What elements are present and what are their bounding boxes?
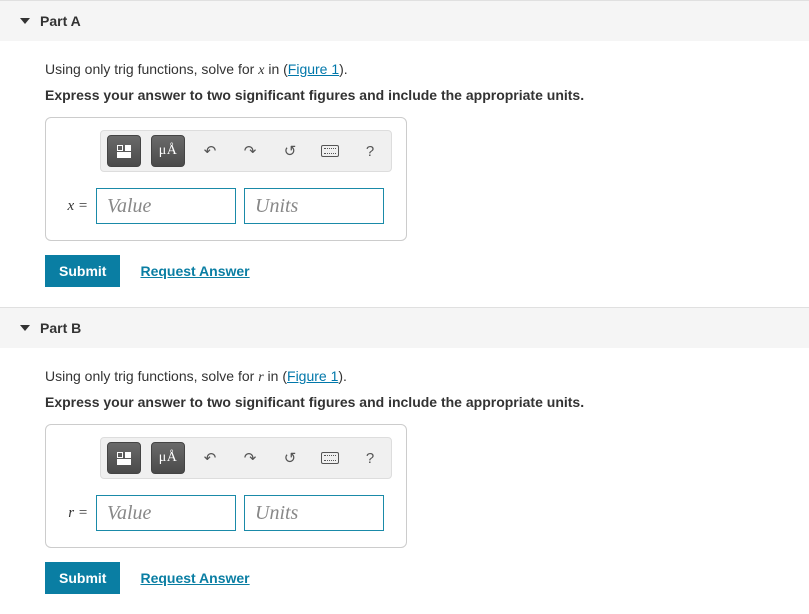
part-title: Part A <box>40 13 81 29</box>
toolbar: μÅ ↶ ↷ ↺ ? <box>100 437 392 479</box>
figure-link[interactable]: Figure 1 <box>288 61 339 77</box>
redo-button[interactable]: ↷ <box>235 443 265 473</box>
units-symbols-button[interactable]: μÅ <box>151 135 185 167</box>
units-input[interactable] <box>244 495 384 531</box>
help-button[interactable]: ? <box>355 136 385 166</box>
answer-box: μÅ ↶ ↷ ↺ ? x = <box>45 117 407 241</box>
template-picker-button[interactable] <box>107 135 141 167</box>
hint-text: Express your answer to two significant f… <box>45 394 789 410</box>
collapse-icon <box>20 325 30 331</box>
help-button[interactable]: ? <box>355 443 385 473</box>
input-row: r = <box>60 495 392 531</box>
instruction-text: Using only trig functions, solve for x i… <box>45 61 789 79</box>
units-input[interactable] <box>244 188 384 224</box>
undo-button[interactable]: ↶ <box>195 136 225 166</box>
figure-link[interactable]: Figure 1 <box>287 368 338 384</box>
actions-row: Submit Request Answer <box>45 255 789 287</box>
request-answer-link[interactable]: Request Answer <box>140 263 249 279</box>
instr-prefix: Using only trig functions, solve for <box>45 368 258 384</box>
input-row: x = <box>60 188 392 224</box>
submit-button[interactable]: Submit <box>45 255 120 287</box>
redo-button[interactable]: ↷ <box>235 136 265 166</box>
hint-text: Express your answer to two significant f… <box>45 87 789 103</box>
part-b-body: Using only trig functions, solve for r i… <box>0 348 809 614</box>
value-input[interactable] <box>96 188 236 224</box>
part-a-body: Using only trig functions, solve for x i… <box>0 41 809 307</box>
equation-label: x = <box>60 198 88 215</box>
instr-suffix: ). <box>339 61 348 77</box>
template-picker-button[interactable] <box>107 442 141 474</box>
instr-suffix: ). <box>338 368 347 384</box>
submit-button[interactable]: Submit <box>45 562 120 594</box>
reset-button[interactable]: ↺ <box>275 136 305 166</box>
units-symbols-button[interactable]: μÅ <box>151 442 185 474</box>
collapse-icon <box>20 18 30 24</box>
instruction-text: Using only trig functions, solve for r i… <box>45 368 789 386</box>
part-title: Part B <box>40 320 81 336</box>
part-b-header[interactable]: Part B <box>0 307 809 348</box>
value-input[interactable] <box>96 495 236 531</box>
keyboard-icon <box>321 145 339 157</box>
toolbar: μÅ ↶ ↷ ↺ ? <box>100 130 392 172</box>
instr-prefix: Using only trig functions, solve for <box>45 61 258 77</box>
part-a-header[interactable]: Part A <box>0 0 809 41</box>
undo-button[interactable]: ↶ <box>195 443 225 473</box>
instr-mid: in ( <box>264 61 287 77</box>
request-answer-link[interactable]: Request Answer <box>140 570 249 586</box>
keyboard-button[interactable] <box>315 443 345 473</box>
equation-label: r = <box>60 505 88 522</box>
keyboard-button[interactable] <box>315 136 345 166</box>
answer-box: μÅ ↶ ↷ ↺ ? r = <box>45 424 407 548</box>
keyboard-icon <box>321 452 339 464</box>
instr-mid: in ( <box>264 368 287 384</box>
reset-button[interactable]: ↺ <box>275 443 305 473</box>
actions-row: Submit Request Answer <box>45 562 789 594</box>
